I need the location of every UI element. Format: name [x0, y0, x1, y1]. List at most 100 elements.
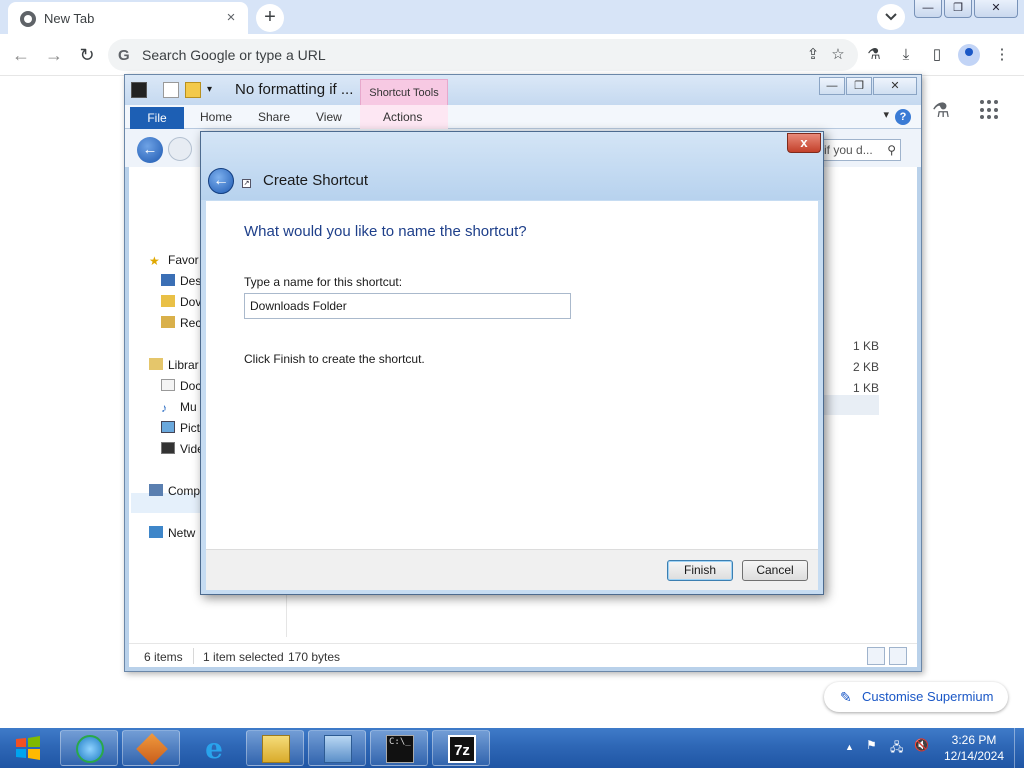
customize-quick-access-icon[interactable]: ▾ — [207, 82, 223, 98]
profile-avatar[interactable] — [958, 44, 980, 66]
tab-actions[interactable]: Actions — [383, 110, 422, 124]
recent-icon — [161, 316, 175, 328]
taskbar-command-prompt[interactable]: C:\_ — [370, 730, 428, 766]
nav-item-desktop[interactable]: Des — [161, 274, 201, 288]
new-tab-button[interactable]: + — [256, 4, 284, 32]
status-bar: 6 items 1 item selected 170 bytes — [129, 643, 917, 667]
action-center-flag-icon[interactable]: ⚑ — [866, 738, 877, 752]
tray-overflow-icon[interactable]: ▲ — [845, 742, 854, 752]
dialog-close-button[interactable]: x — [787, 133, 821, 153]
file-size: 1 KB — [852, 339, 879, 353]
share-icon[interactable]: ⇪ — [804, 46, 822, 64]
taskbar: e C:\_ 7z ▲ ⚑ 🖧 🔇 3:26 PM 12/14/2024 — [0, 728, 1024, 768]
desktop-icon — [161, 274, 175, 286]
apps-grid-icon[interactable] — [980, 100, 1000, 120]
tab-file[interactable]: File — [130, 107, 184, 129]
forward-arrow-icon[interactable]: → — [43, 44, 65, 66]
dialog-footer: Finish Cancel — [206, 549, 818, 590]
tab-share[interactable]: Share — [258, 110, 290, 124]
explorer-title: No formatting if ... — [235, 81, 354, 98]
tab-close-button[interactable]: × — [222, 9, 240, 27]
tab-search-button[interactable] — [877, 4, 905, 30]
nav-item-libraries[interactable]: Librar — [149, 358, 199, 372]
explorer-back-icon[interactable]: ← — [137, 137, 163, 163]
explorer-forward-icon[interactable] — [168, 137, 192, 161]
nav-item-pictures[interactable]: Pict — [161, 421, 200, 435]
properties-icon[interactable] — [163, 82, 179, 98]
volume-muted-icon[interactable]: 🔇 — [914, 738, 929, 752]
finish-button[interactable]: Finish — [667, 560, 733, 581]
back-arrow-icon[interactable]: ← — [10, 44, 32, 66]
nav-label: Dov — [180, 295, 202, 309]
app-icon — [136, 733, 168, 765]
close-window-button[interactable]: ✕ — [974, 0, 1018, 18]
nav-item-downloads[interactable]: Dov — [161, 295, 201, 309]
network-icon — [149, 526, 163, 538]
omnibox[interactable]: G Search Google or type a URL ⇪ ☆ — [108, 39, 858, 71]
dialog-instruction: Click Finish to create the shortcut. — [244, 352, 425, 366]
shortcut-name-input[interactable] — [244, 293, 571, 319]
tab-view[interactable]: View — [316, 110, 342, 124]
cancel-button[interactable]: Cancel — [742, 560, 808, 581]
nav-label: Des — [180, 274, 202, 288]
customise-label: Customise Supermium — [862, 689, 994, 704]
taskbar-clock[interactable]: 3:26 PM 12/14/2024 — [938, 732, 1010, 764]
nav-item-favorites[interactable]: ★ Favor — [149, 253, 199, 268]
minimize-button[interactable]: — — [914, 0, 942, 18]
pictures-icon — [161, 421, 175, 433]
create-shortcut-dialog: x ← ↗ Create Shortcut What would you lik… — [200, 131, 824, 595]
search-icon: ⚲ — [887, 143, 896, 157]
dialog-back-icon[interactable]: ← — [208, 168, 234, 194]
bookmark-star-icon[interactable]: ☆ — [829, 46, 847, 64]
taskbar-internet-explorer[interactable]: e — [184, 730, 242, 766]
nav-label: Favor — [168, 253, 199, 267]
taskbar-app[interactable] — [122, 730, 180, 766]
explorer-search-box[interactable]: if you d... ⚲ — [819, 139, 901, 161]
nav-item-network[interactable]: Netw — [149, 526, 195, 540]
labs-icon[interactable]: ⚗ — [932, 98, 950, 123]
file-size: 1 KB — [852, 381, 879, 395]
menu-kebab-icon[interactable]: ⋮ — [992, 45, 1012, 65]
browser-tab[interactable]: New Tab × — [8, 2, 248, 34]
file-size: 2 KB — [852, 360, 879, 374]
nav-label: Doc — [180, 379, 202, 393]
help-icon[interactable]: ? — [895, 109, 911, 125]
ribbon-expand-icon[interactable]: ▾ — [883, 108, 889, 121]
videos-icon — [161, 442, 175, 454]
status-size: 170 bytes — [288, 650, 341, 664]
nav-item-videos[interactable]: Vide — [161, 442, 204, 456]
nav-item-computer[interactable]: Comp — [149, 484, 200, 498]
nav-item-recent[interactable]: Rec — [161, 316, 201, 330]
start-button[interactable] — [6, 730, 50, 766]
pencil-icon: ✎ — [840, 689, 852, 705]
side-panel-icon[interactable]: ▯ — [927, 45, 947, 65]
details-view-icon[interactable] — [867, 647, 885, 665]
reload-icon[interactable]: ↻ — [76, 44, 98, 66]
tab-home[interactable]: Home — [200, 110, 232, 124]
new-folder-icon[interactable] — [185, 82, 201, 98]
status-selected: 1 item selected — [203, 650, 284, 664]
nav-item-documents[interactable]: Doc — [161, 379, 201, 393]
nav-label: Pict — [180, 421, 201, 435]
dialog-heading: What would you like to name the shortcut… — [244, 223, 527, 240]
explorer-minimize-button[interactable]: — — [819, 77, 845, 95]
taskbar-network-share[interactable] — [308, 730, 366, 766]
large-icons-view-icon[interactable] — [889, 647, 907, 665]
restore-button[interactable]: ❐ — [944, 0, 972, 18]
windows-logo-icon — [16, 736, 40, 760]
labs-flask-icon[interactable]: ⚗ — [864, 45, 884, 65]
tab-title: New Tab — [44, 11, 95, 26]
taskbar-browser[interactable] — [60, 730, 118, 766]
show-desktop-button[interactable] — [1014, 728, 1024, 768]
download-icon[interactable]: ⤓ — [896, 45, 916, 65]
taskbar-file-explorer[interactable] — [246, 730, 304, 766]
nav-item-music[interactable]: ♪ Mu — [161, 400, 197, 415]
customise-button[interactable]: ✎ Customise Supermium — [824, 682, 1008, 712]
explorer-app-icon[interactable] — [131, 82, 147, 98]
taskbar-7zip[interactable]: 7z — [432, 730, 490, 766]
dialog-title: Create Shortcut — [263, 172, 369, 189]
explorer-restore-button[interactable]: ❐ — [846, 77, 872, 95]
explorer-close-button[interactable]: ✕ — [873, 77, 917, 95]
network-tray-icon[interactable]: 🖧 — [890, 738, 903, 759]
explorer-titlebar: ▾ No formatting if ... Shortcut Tools — … — [125, 75, 921, 105]
